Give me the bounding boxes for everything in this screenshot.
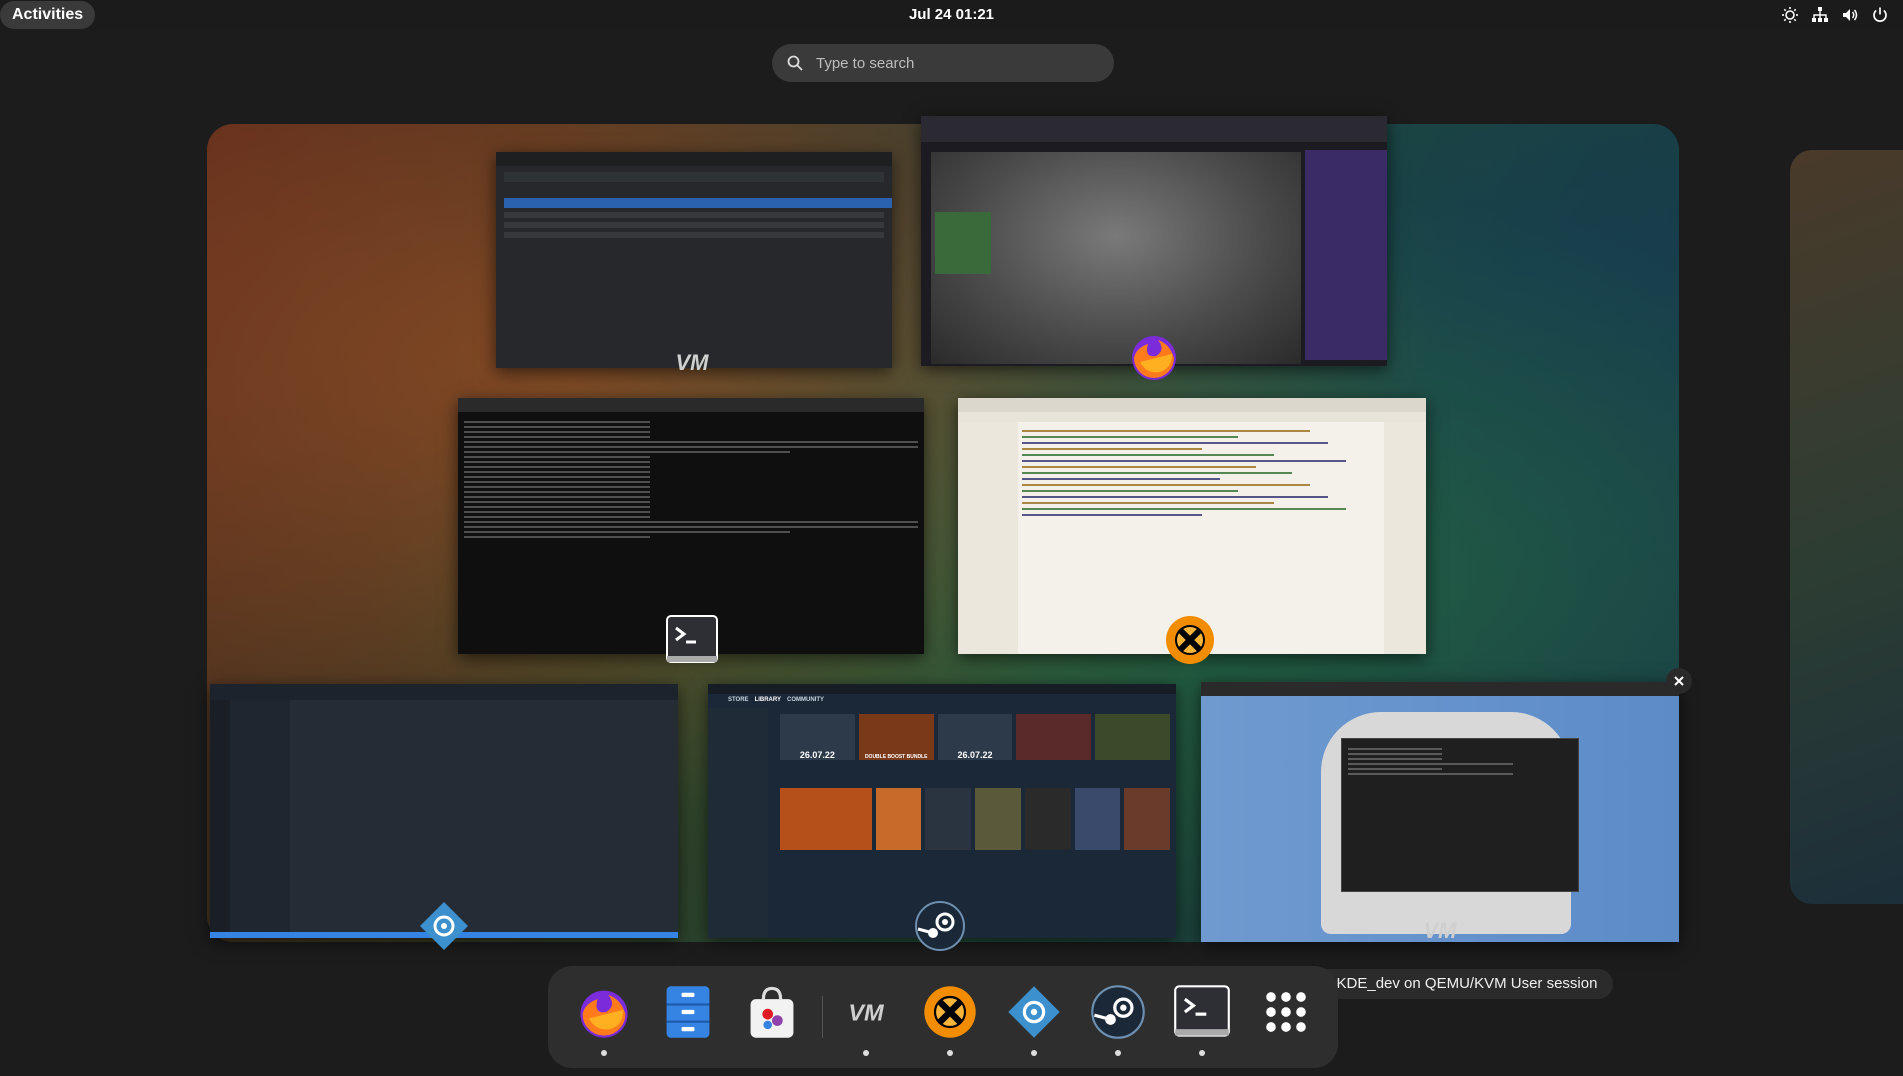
virt-manager-icon: VM bbox=[848, 1000, 885, 1026]
running-indicator bbox=[1199, 1050, 1205, 1056]
window-titlebar bbox=[708, 684, 1176, 694]
nav-library[interactable]: LIBRARY bbox=[755, 694, 781, 706]
news-tile[interactable]: DOUBLE BOOST BUNDLE bbox=[858, 714, 934, 760]
news-tile[interactable] bbox=[1095, 714, 1170, 760]
game-tile[interactable] bbox=[780, 788, 872, 850]
game-tile[interactable] bbox=[1074, 788, 1121, 850]
game-tile[interactable] bbox=[1024, 788, 1071, 850]
nav-sidebar bbox=[230, 700, 290, 938]
window-titlebar bbox=[958, 398, 1426, 412]
chat-panel bbox=[1305, 150, 1387, 360]
clock-label[interactable]: Jul 24 01:21 bbox=[909, 6, 994, 23]
running-indicator bbox=[1115, 1050, 1121, 1056]
software-icon bbox=[750, 986, 794, 1038]
network-icon[interactable] bbox=[1811, 6, 1829, 24]
guest-terminal[interactable] bbox=[1341, 738, 1579, 892]
window-titlebar bbox=[1201, 682, 1679, 696]
vm-row bbox=[504, 222, 884, 228]
browser-tabbar bbox=[921, 116, 1387, 142]
terminal-icon bbox=[664, 612, 720, 668]
date-label: 26.07.22 bbox=[799, 750, 835, 760]
kube-icon bbox=[1008, 986, 1060, 1038]
dock-steam[interactable] bbox=[1082, 976, 1154, 1056]
power-icon[interactable] bbox=[1871, 6, 1889, 24]
steam-banner: 26.07.22 DOUBLE BOOST BUNDLE 26.07.22 bbox=[780, 714, 1170, 760]
game-tile[interactable] bbox=[975, 788, 1021, 850]
bundle-label: DOUBLE BOOST BUNDLE bbox=[864, 754, 928, 760]
dock-kube[interactable] bbox=[998, 976, 1070, 1056]
kube-icon bbox=[416, 898, 472, 954]
workspace-next[interactable] bbox=[1790, 150, 1903, 904]
game-list-sidebar bbox=[708, 708, 768, 938]
dock-virt-manager[interactable]: VM bbox=[830, 976, 902, 1056]
close-icon bbox=[1674, 676, 1684, 686]
search-icon bbox=[787, 55, 803, 71]
dock-terminal[interactable] bbox=[1166, 976, 1238, 1056]
window-titlebar bbox=[496, 152, 892, 166]
clock: Jul 24 01:21 bbox=[0, 0, 1903, 30]
window-titlebar bbox=[210, 684, 678, 700]
toolbar bbox=[504, 172, 884, 182]
game-tile[interactable] bbox=[1124, 788, 1170, 850]
vm-row bbox=[504, 212, 884, 218]
editor-icon bbox=[1162, 612, 1218, 668]
running-indicator bbox=[601, 1050, 607, 1056]
steam-nav: STORE LIBRARY COMMUNITY bbox=[728, 694, 824, 706]
dock-separator bbox=[822, 996, 823, 1038]
dock-files[interactable] bbox=[652, 976, 724, 1048]
date-label: 26.07.22 bbox=[957, 750, 993, 760]
virt-manager-icon: VM bbox=[1412, 902, 1468, 958]
running-indicator bbox=[1031, 1050, 1037, 1056]
news-tile[interactable] bbox=[1016, 714, 1092, 760]
window-titlebar bbox=[458, 398, 924, 412]
vm-row bbox=[504, 232, 884, 238]
search-input[interactable] bbox=[814, 53, 1098, 73]
running-indicator bbox=[863, 1050, 869, 1056]
top-bar: Activities Jul 24 01:21 bbox=[0, 0, 1903, 30]
dock-xfce-app[interactable] bbox=[914, 976, 986, 1056]
volume-icon[interactable] bbox=[1841, 6, 1859, 24]
nav-store[interactable]: STORE bbox=[728, 694, 749, 706]
firefox-icon bbox=[580, 990, 628, 1038]
running-indicator bbox=[947, 1050, 953, 1056]
file-sidebar bbox=[958, 422, 1018, 654]
game-shelf bbox=[780, 788, 1170, 850]
close-window-button[interactable] bbox=[1666, 668, 1692, 694]
game-tile[interactable] bbox=[875, 788, 922, 850]
system-tray[interactable] bbox=[1781, 5, 1889, 25]
steam-icon bbox=[912, 898, 968, 954]
news-tile[interactable]: 26.07.22 bbox=[780, 714, 855, 760]
dock-firefox[interactable] bbox=[568, 976, 640, 1056]
outline-panel bbox=[1384, 422, 1426, 654]
search-box[interactable] bbox=[772, 44, 1114, 82]
nav-community[interactable]: COMMUNITY bbox=[787, 694, 824, 706]
svg-text:VM: VM bbox=[1424, 918, 1458, 943]
virt-manager-icon: VM bbox=[664, 334, 720, 390]
svg-text:VM: VM bbox=[676, 350, 710, 375]
editor-icon bbox=[924, 986, 976, 1038]
webcam-overlay bbox=[935, 212, 991, 274]
app-grid-icon bbox=[1266, 992, 1306, 1032]
hotbar bbox=[210, 700, 230, 938]
activities-button[interactable]: Activities bbox=[0, 1, 96, 29]
editor-toolbar bbox=[958, 412, 1426, 422]
terminal-icon bbox=[1174, 985, 1230, 1037]
dock-software[interactable] bbox=[736, 976, 808, 1048]
files-icon bbox=[666, 986, 710, 1038]
svg-text:VM: VM bbox=[848, 1000, 885, 1026]
firefox-icon bbox=[1126, 328, 1182, 384]
terminal-output bbox=[458, 418, 924, 541]
dock-app-grid[interactable] bbox=[1250, 976, 1322, 1048]
selected-row bbox=[504, 198, 892, 208]
code-lines bbox=[1022, 426, 1382, 520]
brightness-icon[interactable] bbox=[1781, 6, 1799, 24]
news-tile[interactable]: 26.07.22 bbox=[937, 714, 1013, 760]
steam-icon bbox=[1091, 985, 1145, 1039]
game-tile[interactable] bbox=[925, 788, 971, 850]
dash: VM bbox=[548, 966, 1338, 1068]
